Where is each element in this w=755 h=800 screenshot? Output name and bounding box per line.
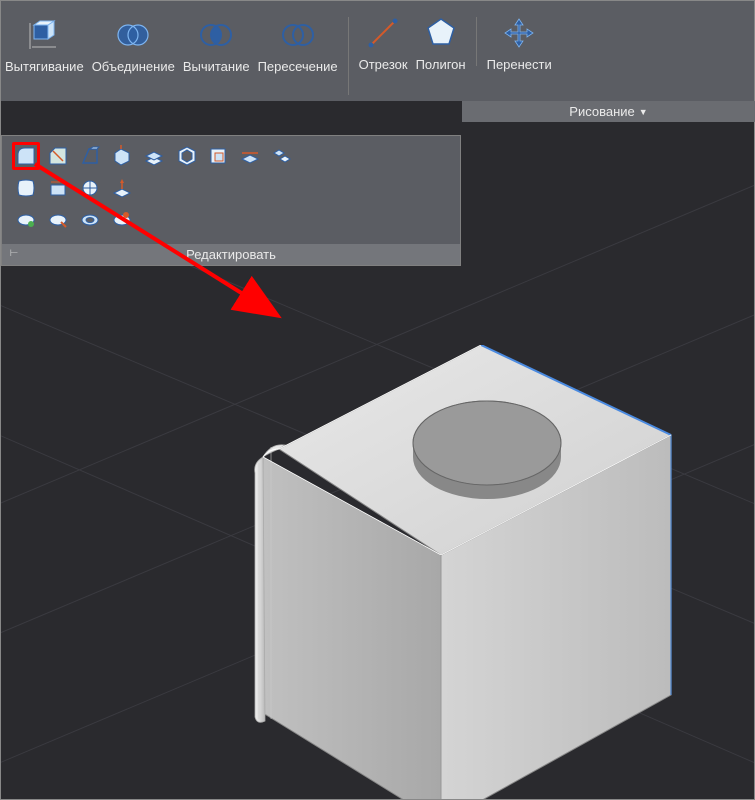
edit-tool-r3-4[interactable] <box>108 206 136 234</box>
edit-tool-r3-3[interactable] <box>76 206 104 234</box>
3d-solid-model <box>251 345 691 799</box>
slice-tool[interactable] <box>236 142 264 170</box>
polygon-icon <box>423 15 459 51</box>
union-icon <box>115 17 151 53</box>
drawing-panel-dropdown[interactable]: Рисование ▼ <box>462 101 755 122</box>
extrude-button[interactable]: Вытягивание <box>1 13 88 74</box>
subtract-button[interactable]: Вычитание <box>179 13 254 74</box>
union-label: Объединение <box>92 59 175 74</box>
edit-tool-r2-3[interactable] <box>76 174 104 202</box>
line-button[interactable]: Отрезок <box>355 11 412 72</box>
imprint-tool[interactable] <box>204 142 232 170</box>
edit-tool-r3-1[interactable] <box>12 206 40 234</box>
extrude-label: Вытягивание <box>5 59 84 74</box>
taper-face-tool[interactable] <box>76 142 104 170</box>
extrude-icon <box>26 17 62 53</box>
move-icon <box>501 15 537 51</box>
shell-tool[interactable] <box>172 142 200 170</box>
separate-tool[interactable] <box>268 142 296 170</box>
line-label: Отрезок <box>359 57 408 72</box>
intersect-button[interactable]: Пересечение <box>254 13 342 74</box>
drawing-panel-label: Рисование <box>569 104 634 119</box>
union-button[interactable]: Объединение <box>88 13 179 74</box>
subtract-label: Вычитание <box>183 59 250 74</box>
polygon-button[interactable]: Полигон <box>412 11 470 72</box>
edit-tool-r2-2[interactable] <box>44 174 72 202</box>
move-label: Перенести <box>487 57 552 72</box>
line-icon <box>365 15 401 51</box>
edit-tool-r2-1[interactable] <box>12 174 40 202</box>
subtract-icon <box>198 17 234 53</box>
edit-panel-label: Редактировать <box>186 247 276 262</box>
intersect-label: Пересечение <box>258 59 338 74</box>
offset-face-tool[interactable] <box>140 142 168 170</box>
dropdown-arrow-icon: ▼ <box>639 107 648 117</box>
edit-tools-panel: Редактировать ⊢ <box>1 135 461 266</box>
polygon-label: Полигон <box>416 57 466 72</box>
intersect-icon <box>280 17 316 53</box>
edit-panel-label-bar[interactable]: Редактировать <box>2 244 460 265</box>
move-button[interactable]: Перенести <box>483 11 556 72</box>
extrude-face-tool[interactable] <box>108 142 136 170</box>
edit-tool-r3-2[interactable] <box>44 206 72 234</box>
panel-pin-icon[interactable]: ⊢ <box>6 245 22 261</box>
fillet-edge-tool[interactable] <box>12 142 40 170</box>
edit-tool-r2-4[interactable] <box>108 174 136 202</box>
chamfer-tool[interactable] <box>44 142 72 170</box>
